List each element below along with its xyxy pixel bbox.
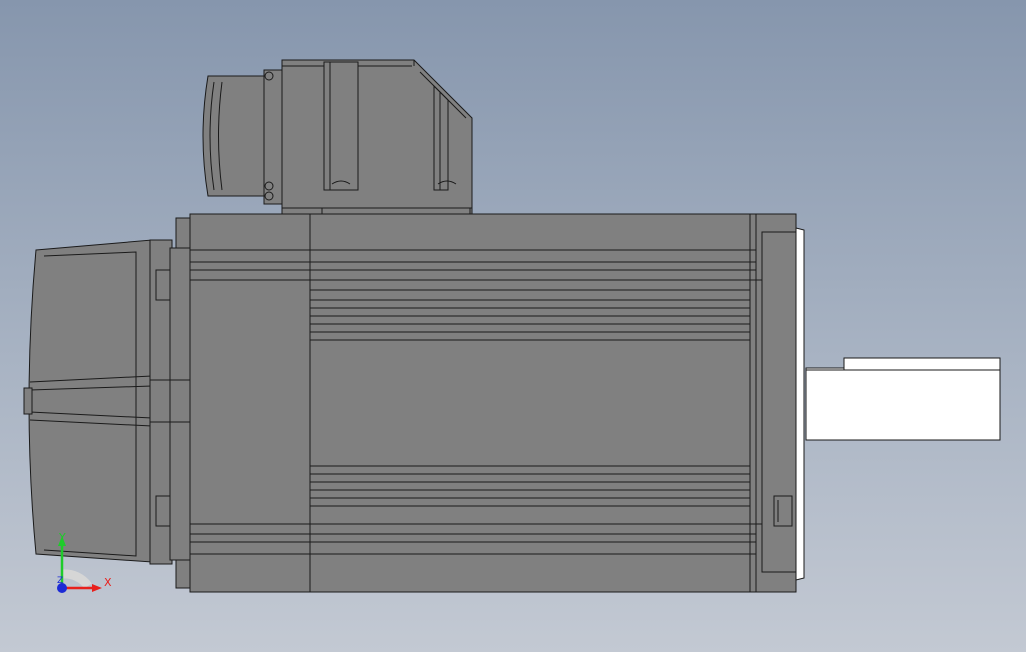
- pilot-ring: [795, 227, 805, 581]
- servo-motor-drawing[interactable]: [0, 0, 1026, 652]
- connector-housing[interactable]: [202, 59, 473, 217]
- x-axis-label: X: [104, 576, 112, 589]
- connector-screw-bottom: [264, 181, 274, 191]
- flange-tab: [773, 495, 793, 527]
- connector-rib-right: [433, 84, 449, 191]
- connector-screw-top: [264, 71, 274, 81]
- shaft-key: [843, 357, 1001, 371]
- coordinate-triad: X Y Z: [57, 531, 112, 593]
- front-flange[interactable]: [755, 213, 797, 593]
- z-axis-label: Z: [57, 576, 63, 586]
- y-axis-label: Y: [58, 531, 66, 544]
- connector-plug: [202, 75, 271, 197]
- cad-viewport[interactable]: X Y Z: [0, 0, 1026, 652]
- output-shaft[interactable]: [805, 357, 1001, 441]
- triad-rotation-arc: [61, 569, 92, 589]
- motor-body[interactable]: [189, 213, 757, 593]
- connector-rib-left: [323, 61, 359, 191]
- x-axis-arrow: [92, 584, 102, 592]
